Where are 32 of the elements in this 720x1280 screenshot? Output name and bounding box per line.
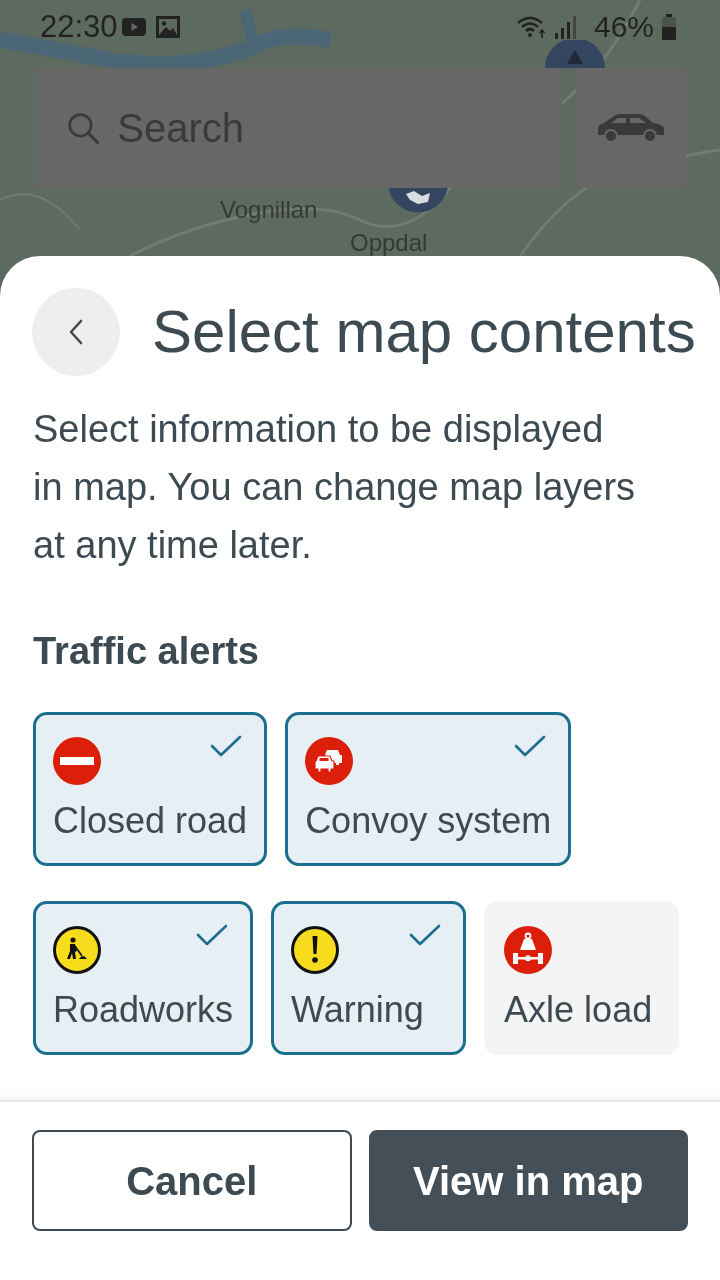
battery-percentage: 46% [593, 9, 654, 45]
alert-toggle[interactable]: Axle load [484, 901, 680, 1055]
map-place-label: Vognillan [220, 196, 318, 224]
cancel-button[interactable]: Cancel [32, 1130, 352, 1231]
signal-icon [553, 15, 578, 39]
sheet-description: Select information to be displayed in map. You can change map layers at any time later. [33, 407, 637, 568]
status-time: 22:30 [40, 9, 118, 45]
chevron-left-icon [69, 319, 83, 345]
battery-icon [662, 14, 676, 40]
axle-weight-sign-icon [504, 926, 553, 974]
check-icon [196, 924, 229, 946]
alert-toggle[interactable]: Closed road [33, 712, 268, 866]
car-icon [596, 113, 666, 143]
sheet-title: Select map contents [152, 297, 696, 367]
check-icon [409, 924, 442, 946]
no-entry-sign-icon [53, 737, 101, 785]
check-icon [210, 735, 243, 757]
two-cars-sign-icon [305, 737, 354, 785]
exclamation-sign-icon [291, 926, 340, 974]
alert-toggle[interactable]: Convoy system [285, 712, 572, 866]
map-marker-icon[interactable] [545, 40, 605, 68]
video-app-icon [121, 18, 146, 36]
check-icon [514, 735, 547, 757]
section-heading: Traffic alerts [33, 629, 260, 674]
vehicle-button[interactable] [576, 68, 686, 188]
alert-toggle[interactable]: Roadworks [33, 901, 254, 1055]
roadworks-sign-icon [53, 926, 101, 974]
view-in-map-button[interactable]: View in map [368, 1130, 688, 1231]
search-icon [67, 110, 100, 146]
image-icon [155, 16, 180, 38]
wifi-icon [515, 15, 546, 39]
alert-toggle[interactable]: Warning [271, 901, 467, 1055]
